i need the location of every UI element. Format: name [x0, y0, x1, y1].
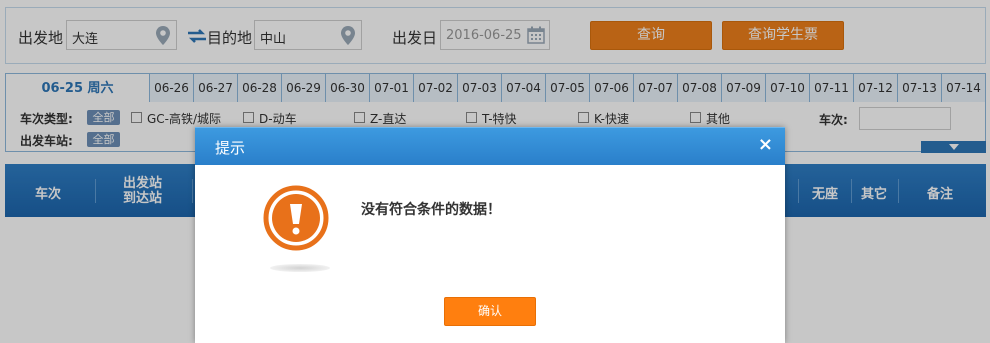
warning-icon	[263, 185, 329, 251]
dialog-title: 提示	[215, 139, 246, 157]
dialog-message: 没有符合条件的数据！	[361, 202, 501, 218]
close-icon[interactable]: ×	[758, 134, 773, 155]
dialog-header: 提示 ×	[195, 127, 785, 165]
confirm-button[interactable]: 确认	[444, 297, 536, 326]
alert-dialog: 提示 × 没有符合条件的数据！ 确认	[195, 127, 785, 343]
warning-icon-shadow	[270, 264, 330, 272]
